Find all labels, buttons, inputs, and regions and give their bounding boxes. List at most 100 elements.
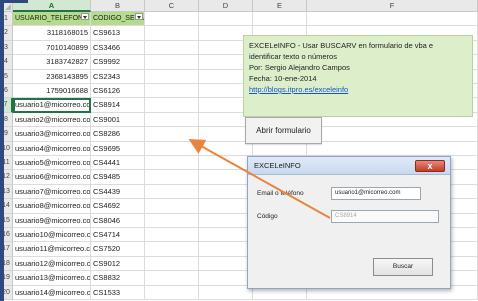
filter-dropdown-icon[interactable] bbox=[135, 13, 143, 20]
empty-cell[interactable] bbox=[199, 242, 253, 257]
empty-cell[interactable] bbox=[199, 184, 253, 200]
email-label: Email o teléfono bbox=[257, 190, 304, 197]
empty-cell[interactable] bbox=[307, 12, 478, 27]
cell-usuario[interactable]: usuario12@micorreo.com bbox=[13, 256, 91, 272]
cell-usuario[interactable]: usuario7@micorreo.com bbox=[13, 184, 91, 200]
empty-cell[interactable] bbox=[145, 141, 199, 156]
dialog-titlebar: EXCELeINFO x bbox=[248, 157, 450, 175]
cell-codigo[interactable]: CS8832 bbox=[91, 271, 145, 286]
empty-cell[interactable] bbox=[145, 12, 199, 27]
search-button[interactable]: Buscar bbox=[373, 258, 433, 276]
empty-cell[interactable] bbox=[145, 170, 199, 185]
empty-cell[interactable] bbox=[145, 40, 199, 56]
cell-codigo[interactable]: CS8046 bbox=[91, 213, 145, 228]
cell-codigo[interactable]: CS9485 bbox=[91, 170, 145, 185]
cell-usuario[interactable]: 7010140899 bbox=[13, 40, 91, 56]
close-button[interactable]: x bbox=[415, 160, 445, 172]
empty-cell[interactable] bbox=[307, 141, 478, 156]
empty-cell[interactable] bbox=[253, 12, 307, 27]
empty-cell[interactable] bbox=[145, 112, 199, 128]
userform-dialog: EXCELeINFO x Email o teléfono usuario1@m… bbox=[247, 156, 451, 289]
cell-usuario[interactable]: 1759016688 bbox=[13, 84, 91, 99]
column-header-c[interactable]: C bbox=[145, 0, 199, 12]
blog-link[interactable]: http://blogs.itpro.es/exceleinfo bbox=[249, 84, 467, 95]
header-cell-codigo[interactable]: CODIGO_SEGURIDA bbox=[91, 12, 145, 27]
email-phone-input[interactable]: usuario1@micorreo.com bbox=[331, 187, 421, 200]
cell-codigo[interactable]: CS9012 bbox=[91, 256, 145, 272]
cell-codigo[interactable]: CS8286 bbox=[91, 127, 145, 142]
cell-codigo[interactable]: CS7520 bbox=[91, 242, 145, 257]
empty-cell[interactable] bbox=[199, 256, 253, 272]
cell-usuario[interactable]: usuario11@micorreo.com bbox=[13, 242, 91, 257]
empty-cell[interactable] bbox=[145, 256, 199, 272]
info-subtitle-line: identificar texto o números bbox=[249, 52, 337, 61]
empty-cell[interactable] bbox=[199, 156, 253, 171]
cell-usuario[interactable]: usuario13@micorreo.com bbox=[13, 271, 91, 286]
empty-cell[interactable] bbox=[199, 285, 253, 300]
empty-cell[interactable] bbox=[145, 156, 199, 171]
column-header-b[interactable]: B bbox=[91, 0, 145, 12]
empty-cell[interactable] bbox=[145, 55, 199, 70]
cell-usuario[interactable]: 2368143895 bbox=[13, 69, 91, 84]
filter-dropdown-icon[interactable] bbox=[81, 13, 89, 20]
code-label: Código bbox=[257, 213, 278, 220]
cell-usuario[interactable]: usuario2@micorreo.com bbox=[13, 112, 91, 128]
cell-codigo[interactable]: CS8914 bbox=[91, 98, 145, 113]
info-date-line: Fecha: 10-ene-2014 bbox=[249, 74, 317, 83]
cell-codigo[interactable]: CS6126 bbox=[91, 84, 145, 99]
empty-cell[interactable] bbox=[199, 170, 253, 185]
cell-usuario[interactable]: usuario1@micorreo.com bbox=[13, 98, 91, 113]
cell-codigo[interactable]: CS4439 bbox=[91, 184, 145, 200]
cell-usuario[interactable]: 3118168015 bbox=[13, 26, 91, 41]
empty-cell[interactable] bbox=[199, 228, 253, 243]
cell-codigo[interactable]: CS9613 bbox=[91, 26, 145, 41]
cell-codigo[interactable]: CS3466 bbox=[91, 40, 145, 56]
empty-cell[interactable] bbox=[199, 12, 253, 27]
empty-cell[interactable] bbox=[145, 199, 199, 214]
empty-cell[interactable] bbox=[145, 84, 199, 99]
cell-usuario[interactable]: usuario14@micorreo.com bbox=[13, 285, 91, 300]
info-title-line: EXCELeINFO - Usar BUSCARV en formulario … bbox=[249, 41, 434, 50]
empty-cell[interactable] bbox=[145, 69, 199, 84]
empty-cell[interactable] bbox=[145, 271, 199, 286]
column-header-f[interactable]: F bbox=[307, 0, 478, 12]
column-header-d[interactable]: D bbox=[199, 0, 253, 12]
cell-usuario[interactable]: 3183742827 bbox=[13, 55, 91, 70]
empty-cell[interactable] bbox=[145, 26, 199, 41]
open-form-button[interactable]: Abrir formulario bbox=[245, 117, 322, 144]
cell-usuario[interactable]: usuario9@micorreo.com bbox=[13, 213, 91, 228]
cell-codigo[interactable]: CS9001 bbox=[91, 112, 145, 128]
frame-edge bbox=[0, 0, 28, 3]
cell-usuario[interactable]: usuario4@micorreo.com bbox=[13, 141, 91, 156]
empty-cell[interactable] bbox=[145, 98, 199, 113]
empty-cell[interactable] bbox=[199, 271, 253, 286]
cell-codigo[interactable]: CS9695 bbox=[91, 141, 145, 156]
frame-edge bbox=[0, 0, 4, 301]
empty-cell[interactable] bbox=[145, 127, 199, 142]
dialog-title: EXCELeINFO bbox=[254, 161, 301, 170]
cell-codigo[interactable]: CS4692 bbox=[91, 199, 145, 214]
empty-cell[interactable] bbox=[199, 199, 253, 214]
cell-codigo[interactable]: CS1533 bbox=[91, 285, 145, 300]
empty-cell[interactable] bbox=[145, 184, 199, 200]
cell-usuario[interactable]: usuario10@micorreo.com bbox=[13, 228, 91, 243]
empty-cell[interactable] bbox=[145, 213, 199, 228]
header-cell-usuario[interactable]: USUARIO_TELEFONO bbox=[13, 12, 91, 27]
info-author-line: Por: Sergio Alejandro Campos bbox=[249, 63, 350, 72]
cell-usuario[interactable]: usuario8@micorreo.com bbox=[13, 199, 91, 214]
column-header-e[interactable]: E bbox=[253, 0, 307, 12]
empty-cell[interactable] bbox=[145, 285, 199, 300]
cell-codigo[interactable]: CS9992 bbox=[91, 55, 145, 70]
cell-codigo[interactable]: CS4714 bbox=[91, 228, 145, 243]
cell-usuario[interactable]: usuario6@micorreo.com bbox=[13, 170, 91, 185]
empty-cell[interactable] bbox=[145, 242, 199, 257]
cell-usuario[interactable]: usuario3@micorreo.com bbox=[13, 127, 91, 142]
cell-codigo[interactable]: CS2343 bbox=[91, 69, 145, 84]
code-field[interactable]: CS8914 bbox=[331, 210, 439, 223]
close-icon: x bbox=[427, 161, 433, 171]
empty-cell[interactable] bbox=[307, 127, 478, 142]
empty-cell[interactable] bbox=[145, 228, 199, 243]
cell-codigo[interactable]: CS4441 bbox=[91, 156, 145, 171]
empty-cell[interactable] bbox=[199, 213, 253, 228]
cell-usuario[interactable]: usuario5@micorreo.com bbox=[13, 156, 91, 171]
